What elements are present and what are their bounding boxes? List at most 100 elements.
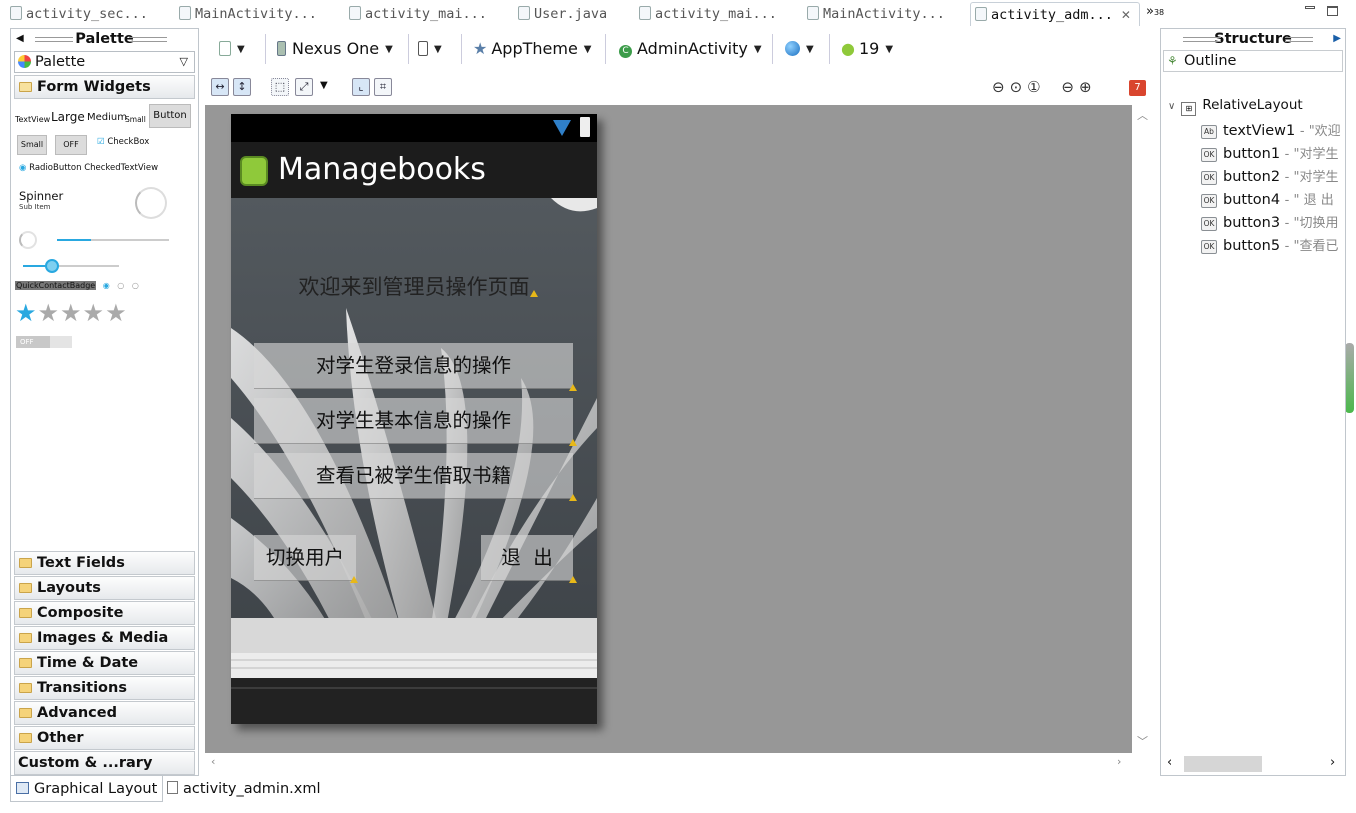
widget-toggle-button[interactable]: OFF <box>55 135 87 155</box>
editor-tab[interactable]: activity_mai... <box>635 2 795 26</box>
zoom-in-icon[interactable]: ⊕ <box>1079 78 1097 96</box>
widget-checkbox[interactable]: ☑ CheckBox <box>97 137 149 147</box>
widget-progressbar-small[interactable] <box>19 231 37 249</box>
scroll-down-icon[interactable]: ﹀ <box>1137 733 1148 749</box>
widget-small-text[interactable]: Small <box>125 115 146 124</box>
editor-tab[interactable]: activity_mai... <box>345 2 505 26</box>
widget-progressbar-large[interactable] <box>135 187 167 219</box>
device-chooser[interactable]: Nexus One ▼ <box>277 38 393 61</box>
chevron-down-icon: ▼ <box>385 44 393 55</box>
category-other[interactable]: Other <box>14 726 195 750</box>
widget-medium-text[interactable]: Medium <box>87 112 127 123</box>
widget-quickcontactbadge[interactable]: QuickContactBadge <box>15 281 97 290</box>
radio-selected-icon[interactable]: ◉ <box>19 163 26 173</box>
api-level-chooser[interactable]: ● 19 ▼ <box>841 38 893 61</box>
exit-button[interactable]: 退 出 <box>481 535 573 581</box>
editor-mode-tabs: Graphical Layout activity_admin.xml <box>10 776 1350 802</box>
category-text-fields[interactable]: Text Fields <box>14 551 195 575</box>
radio-selected-icon[interactable]: ◉ <box>103 281 110 290</box>
outline-root-node[interactable]: ∨ ⊞ RelativeLayout <box>1168 97 1303 116</box>
tab-xml-source[interactable]: activity_admin.xml <box>162 776 325 802</box>
tab-graphical-layout[interactable]: Graphical Layout <box>10 776 164 802</box>
collapse-right-icon[interactable]: ▶ <box>1333 29 1341 49</box>
widget-small-button[interactable]: Small <box>17 135 47 155</box>
switch-user-button[interactable]: 切换用户 <box>254 535 356 581</box>
tab-overflow-button[interactable]: »38 <box>1146 4 1164 19</box>
widget-large-text[interactable]: Large <box>51 110 85 124</box>
layout-center-icon[interactable]: ⌗ <box>374 78 392 96</box>
widget-seekbar[interactable] <box>23 259 119 273</box>
scroll-right-icon[interactable]: › <box>1330 755 1335 770</box>
category-transitions[interactable]: Transitions <box>14 676 195 700</box>
category-images-media[interactable]: Images & Media <box>14 626 195 650</box>
widget-checkedtextview[interactable]: CheckedTextView <box>84 163 158 173</box>
outline-horizontal-scrollbar[interactable]: ‹ › <box>1164 754 1344 774</box>
editor-tab[interactable]: User.java <box>514 2 624 26</box>
outline-node[interactable]: OK button1 - "对学生 <box>1201 143 1338 162</box>
maximize-icon[interactable] <box>1327 6 1338 16</box>
widget-spinner[interactable]: Spinner Sub Item <box>19 189 63 211</box>
chevron-down-icon[interactable]: ▼ <box>320 80 328 91</box>
widget-switch[interactable]: OFF <box>16 336 72 348</box>
scroll-right-icon[interactable]: › <box>1117 755 1121 768</box>
category-custom-library-views[interactable]: Custom & ...rary Views <box>14 751 195 793</box>
canvas-vertical-scrollbar[interactable]: ︿ ﹀ <box>1132 105 1156 753</box>
palette-selector[interactable]: Palette ▽ <box>14 51 195 73</box>
widget-progressbar-horizontal[interactable] <box>57 239 169 241</box>
scroll-up-icon[interactable]: ︿ <box>1137 107 1148 123</box>
error-count-badge[interactable]: 7 <box>1129 80 1146 96</box>
outline-node[interactable]: Ab textView1 - "欢迎 <box>1201 120 1341 139</box>
drag-grip-icon[interactable] <box>129 37 167 42</box>
editor-tab-active[interactable]: activity_adm... ✕ <box>970 2 1140 26</box>
drag-grip-icon[interactable] <box>1183 37 1221 42</box>
layout-baseline-icon[interactable]: ⌞ <box>352 78 370 96</box>
outline-node[interactable]: OK button2 - "对学生 <box>1201 166 1338 185</box>
student-login-info-button[interactable]: 对学生登录信息的操作 <box>254 343 573 389</box>
collapse-left-icon[interactable]: ◀ <box>16 29 24 49</box>
locale-chooser[interactable]: ▼ <box>785 38 814 61</box>
outline-scroll-thumb[interactable] <box>1345 343 1354 413</box>
editor-tab[interactable]: MainActivity... <box>803 2 963 26</box>
activity-chooser[interactable]: C AdminActivity ▼ <box>619 38 762 61</box>
view-borrowed-books-button[interactable]: 查看已被学生借取书籍 <box>254 453 573 499</box>
student-basic-info-button[interactable]: 对学生基本信息的操作 <box>254 398 573 444</box>
outline-node[interactable]: OK button4 - " 退 出 <box>1201 189 1334 208</box>
chevron-down-icon[interactable]: ∨ <box>1168 101 1175 112</box>
category-time-date[interactable]: Time & Date <box>14 651 195 675</box>
drag-grip-icon[interactable] <box>35 37 73 42</box>
scroll-left-icon[interactable]: ‹ <box>1167 755 1172 770</box>
widget-radiobutton[interactable]: RadioButton <box>29 163 81 173</box>
widget-ratingbar[interactable]: ★★★★★ <box>15 299 128 327</box>
theme-chooser[interactable]: ★ AppTheme ▼ <box>473 38 592 61</box>
category-composite[interactable]: Composite <box>14 601 195 625</box>
resize-icon[interactable]: ⤢ <box>295 78 313 96</box>
canvas-horizontal-scrollbar[interactable]: ‹ › <box>205 753 1132 775</box>
editor-tab[interactable]: MainActivity... <box>175 2 335 26</box>
widget-button[interactable]: Button <box>149 104 191 128</box>
zoom-fit-icon[interactable]: ⊖ <box>992 78 1010 96</box>
category-layouts[interactable]: Layouts <box>14 576 195 600</box>
scroll-left-icon[interactable]: ‹ <box>211 755 215 768</box>
category-form-widgets[interactable]: Form Widgets <box>14 75 195 99</box>
widget-row-badge: QuickContactBadge ◉ ○ ○ <box>15 281 139 290</box>
zoom-100-icon[interactable]: ① <box>1027 78 1045 96</box>
config-chooser[interactable]: ▼ <box>219 38 245 61</box>
scroll-thumb[interactable] <box>1184 756 1262 772</box>
widget-textview[interactable]: TextView <box>15 115 50 124</box>
fill-height-icon[interactable]: ↕ <box>233 78 251 96</box>
fill-width-icon[interactable]: ↔ <box>211 78 229 96</box>
category-advanced[interactable]: Advanced <box>14 701 195 725</box>
minimize-icon[interactable] <box>1305 6 1315 9</box>
margins-icon[interactable]: ⬚ <box>271 78 289 96</box>
seekbar-thumb[interactable] <box>45 259 59 273</box>
radio-unselected-icon[interactable]: ○ <box>117 281 124 290</box>
outline-node[interactable]: OK button5 - "查看已 <box>1201 235 1338 254</box>
zoom-real-icon[interactable]: ⊙ <box>1010 78 1028 96</box>
zoom-out-icon[interactable]: ⊖ <box>1061 78 1079 96</box>
editor-tab[interactable]: activity_sec... <box>6 2 166 26</box>
orientation-chooser[interactable]: ▼ <box>418 38 442 61</box>
close-icon[interactable]: ✕ <box>1121 8 1131 22</box>
drag-grip-icon[interactable] <box>1285 37 1313 42</box>
radio-unselected-icon[interactable]: ○ <box>132 281 139 290</box>
outline-node[interactable]: OK button3 - "切换用 <box>1201 212 1338 231</box>
